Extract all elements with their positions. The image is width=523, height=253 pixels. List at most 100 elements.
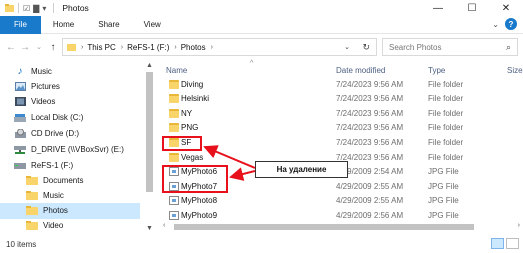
navigation-pane: ♪ Music Pictures Videos Local Disk (C:) …	[0, 60, 157, 235]
file-row[interactable]: NY 7/24/2023 9:56 AM File folder	[160, 107, 523, 121]
scroll-down-icon[interactable]: ▼	[146, 225, 153, 232]
close-button[interactable]: ✕	[489, 0, 523, 16]
nav-item-refs[interactable]: ReFS-1 (F:)	[14, 158, 73, 173]
large-icons-view-icon[interactable]	[506, 238, 519, 249]
window-controls: — ☐ ✕	[421, 0, 523, 16]
folder-icon	[26, 221, 38, 231]
tab-file[interactable]: File	[0, 15, 41, 34]
file-row[interactable]: SF 7/24/2023 9:56 AM File folder	[160, 136, 523, 150]
nav-label: Videos	[31, 97, 56, 106]
separator	[18, 3, 19, 13]
customize-qat-icon[interactable]: ▾	[42, 4, 46, 13]
column-header-type[interactable]: Type	[428, 66, 445, 75]
folder-icon	[26, 206, 38, 216]
breadcrumb-separator-icon: ›	[174, 43, 177, 51]
window-title: Photos	[62, 3, 89, 13]
search-icon[interactable]: ⌕	[506, 42, 511, 53]
file-date: 4/29/2009 2:55 AM	[336, 181, 404, 191]
nav-item-documents[interactable]: Documents	[26, 173, 83, 188]
scroll-up-icon[interactable]: ▲	[146, 62, 153, 69]
nav-item-music[interactable]: ♪ Music	[14, 64, 52, 79]
back-icon[interactable]: ←	[4, 42, 18, 53]
tab-share[interactable]: Share	[86, 16, 131, 34]
file-row[interactable]: Helsinki 7/24/2023 9:56 AM File folder	[160, 92, 523, 106]
up-icon[interactable]: ↑	[46, 42, 60, 53]
horizontal-scrollbar[interactable]: ‹ ›	[160, 222, 523, 232]
nav-label: Video	[43, 221, 64, 230]
ribbon-right: ⌄ ?	[492, 18, 517, 30]
address-bar[interactable]: › This PC › ReFS-1 (F:) › Photos › ⌄ ↻	[62, 38, 377, 56]
help-icon[interactable]: ?	[505, 18, 517, 30]
minimize-button[interactable]: —	[421, 0, 455, 16]
videos-icon	[14, 97, 26, 107]
file-row[interactable]: MyPhoto9 4/29/2009 2:56 AM JPG File	[160, 209, 523, 223]
nav-scrollbar[interactable]: ▲ ▼	[143, 60, 155, 235]
nav-item-cd-drive[interactable]: CD Drive (D:)	[14, 126, 79, 141]
ribbon-tabs: File Home Share View ⌄ ?	[0, 15, 523, 34]
refresh-icon[interactable]: ↻	[362, 42, 370, 53]
column-header-size[interactable]: Size	[507, 66, 523, 75]
tab-home[interactable]: Home	[41, 16, 86, 34]
file-type: JPG File	[428, 211, 459, 220]
nav-item-pictures[interactable]: Pictures	[14, 79, 60, 94]
file-date: 7/24/2023 9:56 AM	[336, 94, 404, 104]
properties-icon[interactable]: ☑	[23, 4, 30, 13]
search-placeholder: Search Photos	[389, 42, 442, 52]
nav-label: Pictures	[31, 82, 60, 91]
nav-label: Music	[43, 191, 64, 200]
annotation-callout: На удаление	[255, 161, 348, 178]
file-row[interactable]: Diving 7/24/2023 9:56 AM File folder	[160, 78, 523, 92]
column-header-date[interactable]: Date modified	[336, 66, 385, 75]
file-type: File folder	[428, 94, 464, 104]
breadcrumb-refs[interactable]: ReFS-1 (F:)	[127, 43, 169, 52]
breadcrumb-separator-icon: ›	[81, 43, 84, 51]
nav-label: ReFS-1 (F:)	[31, 161, 74, 170]
file-date: 7/24/2023 9:56 AM	[336, 123, 404, 133]
breadcrumb-separator-icon: ›	[210, 43, 213, 51]
recent-locations-icon[interactable]: ⌄	[32, 43, 46, 51]
forward-icon[interactable]: →	[18, 42, 32, 53]
nav-item-local-disk[interactable]: Local Disk (C:)	[14, 110, 83, 125]
folder-icon	[5, 4, 14, 12]
address-row: ← → ⌄ ↑ › This PC › ReFS-1 (F:) › Photos…	[0, 35, 523, 59]
search-input[interactable]: Search Photos ⌕	[382, 38, 518, 56]
cd-icon	[14, 129, 26, 139]
nav-item-photos[interactable]: Photos	[26, 203, 68, 218]
tab-view[interactable]: View	[132, 16, 173, 34]
file-type: File folder	[428, 79, 464, 89]
new-folder-icon[interactable]: ▇	[33, 4, 39, 13]
scroll-left-icon[interactable]: ‹	[163, 222, 165, 229]
file-name: NY	[181, 108, 193, 118]
breadcrumb-photos[interactable]: Photos	[181, 43, 206, 52]
nav-item-music-folder[interactable]: Music	[26, 188, 64, 203]
nav-item-video[interactable]: Video	[26, 218, 63, 233]
address-dropdown-icon[interactable]: ⌄	[344, 43, 350, 51]
file-type: File folder	[428, 108, 464, 118]
folder-icon	[26, 191, 38, 201]
selected-highlight	[0, 203, 140, 219]
breadcrumb-separator-icon: ›	[120, 43, 124, 51]
file-type: File folder	[428, 123, 464, 133]
scroll-right-icon[interactable]: ›	[518, 222, 520, 229]
column-header-name[interactable]: Name	[166, 66, 187, 75]
scroll-thumb[interactable]	[146, 72, 153, 192]
file-row[interactable]: MyPhoto8 4/29/2009 2:55 AM JPG File	[160, 194, 523, 208]
sort-ascending-icon: ^	[250, 60, 254, 67]
expand-ribbon-icon[interactable]: ⌄	[492, 20, 499, 29]
breadcrumb-this-pc[interactable]: This PC	[87, 43, 115, 52]
nav-label: Documents	[43, 176, 84, 185]
file-type: File folder	[428, 138, 464, 147]
item-count: 10 items	[6, 239, 37, 249]
nav-item-d-drive[interactable]: D_DRIVE (\\VBoxSvr) (E:)	[14, 142, 124, 157]
maximize-button[interactable]: ☐	[455, 0, 489, 16]
nav-label: Photos	[43, 206, 68, 215]
details-view-icon[interactable]	[491, 238, 504, 249]
file-date: 7/24/2023 9:56 AM	[336, 79, 404, 89]
file-name: Helsinki	[181, 94, 210, 104]
file-date: 7/24/2023 9:56 AM	[336, 138, 404, 147]
scroll-thumb[interactable]	[174, 224, 474, 230]
file-row[interactable]: PNG 7/24/2023 9:56 AM File folder	[160, 121, 523, 135]
nav-item-videos[interactable]: Videos	[14, 94, 55, 109]
folder-icon	[169, 123, 179, 133]
nav-label: Music	[31, 67, 52, 76]
